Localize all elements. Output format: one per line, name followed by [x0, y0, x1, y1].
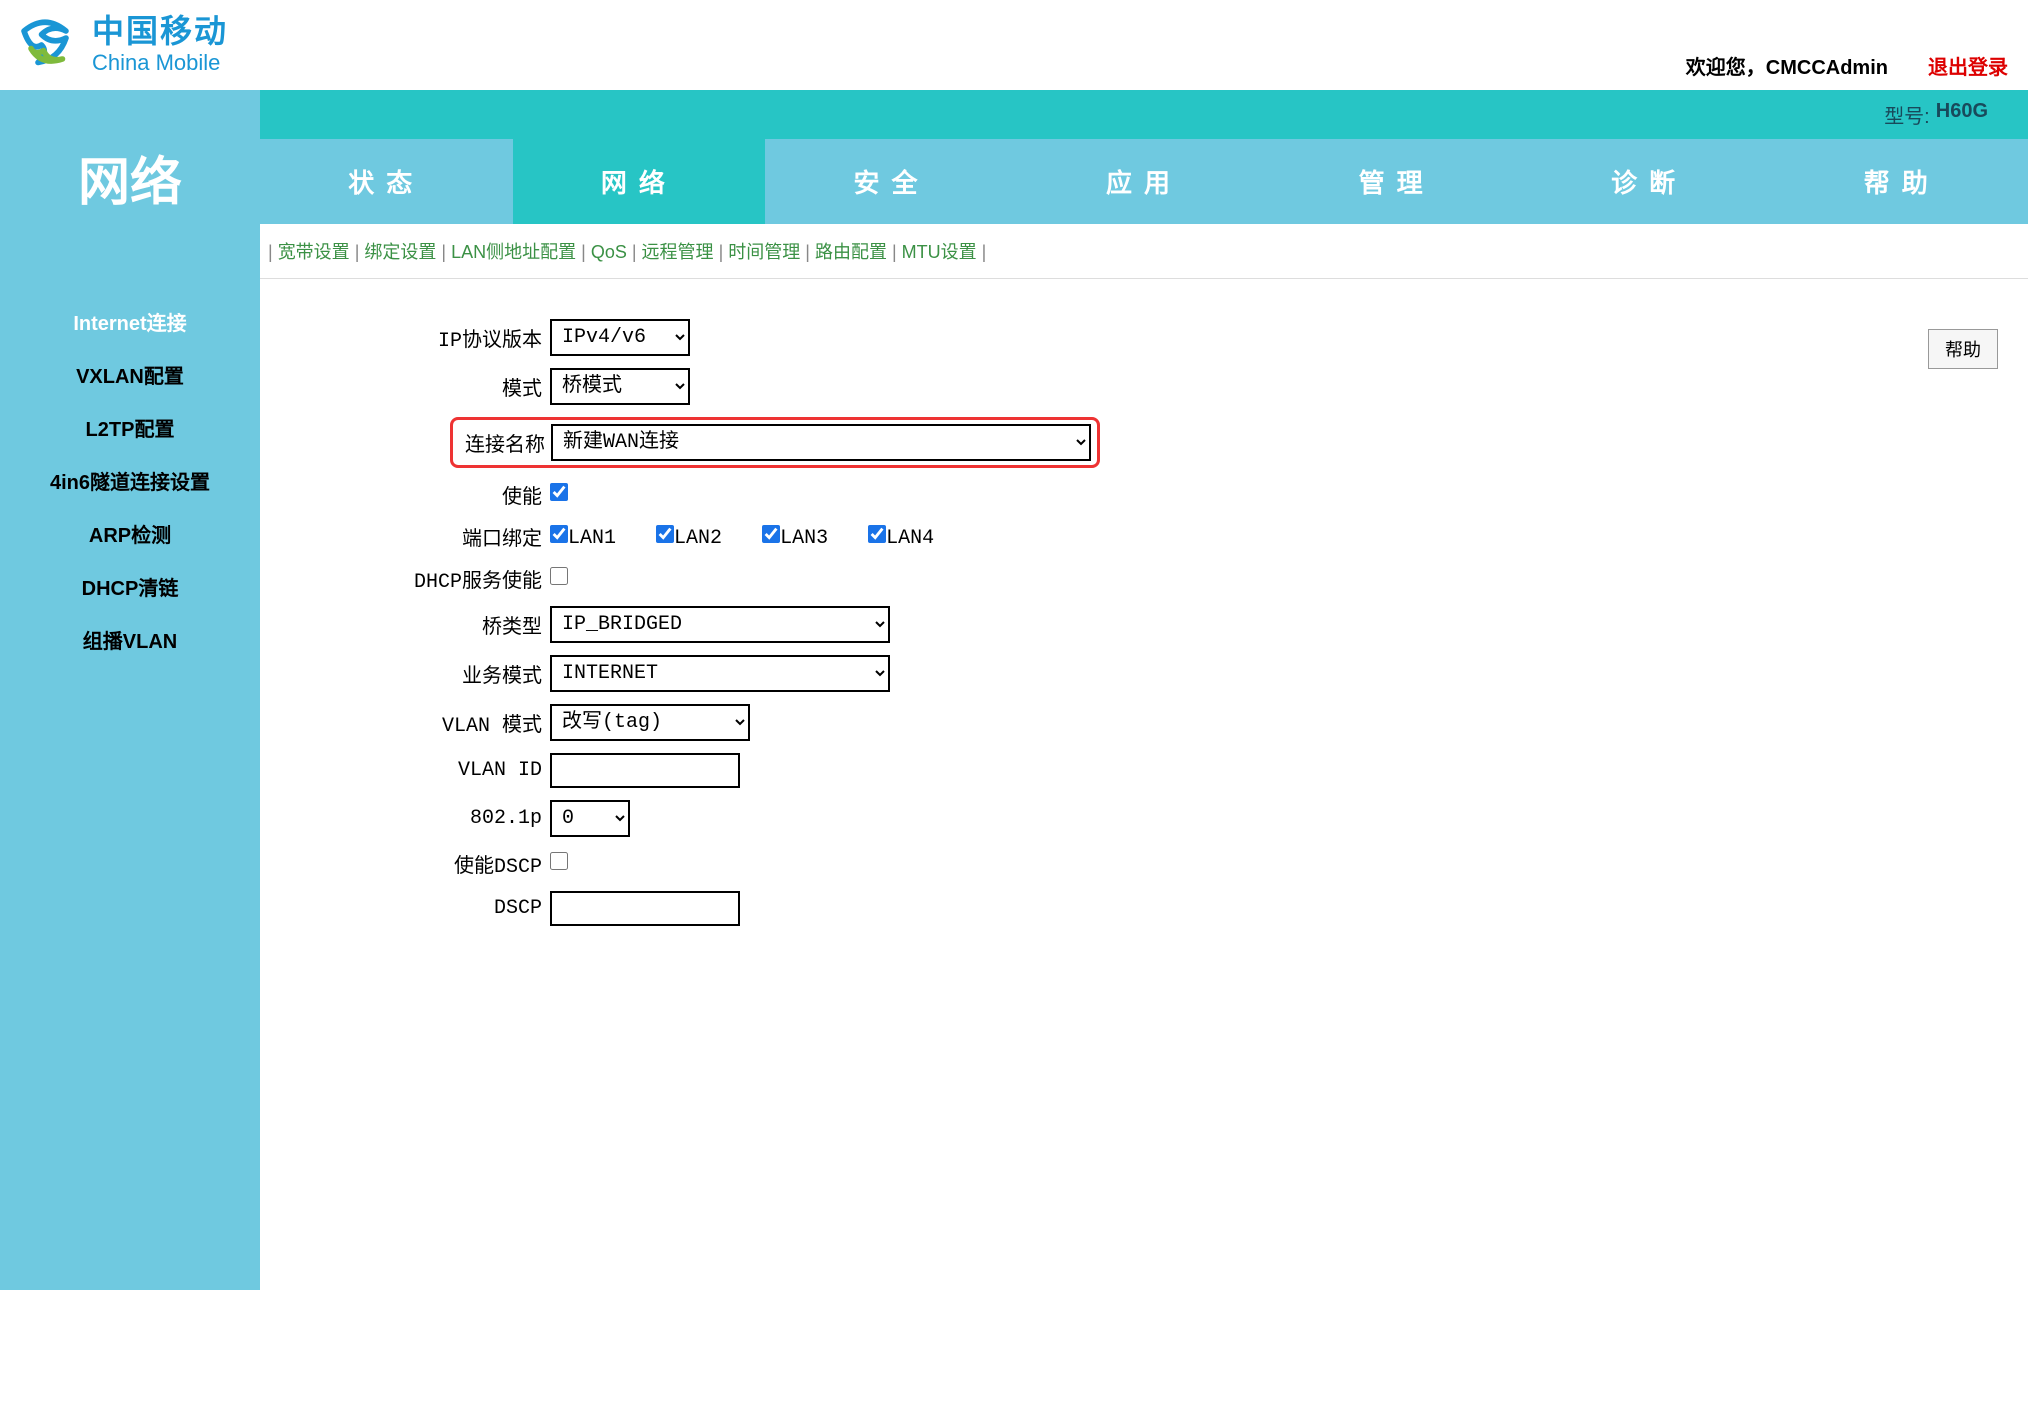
tab-help[interactable]: 帮助	[1775, 139, 2028, 224]
enable-dscp-label: 使能DSCP	[280, 849, 550, 879]
tab-status[interactable]: 状态	[260, 139, 513, 224]
brand-name-cn: 中国移动	[92, 14, 228, 49]
vlan-id-label: VLAN ID	[280, 759, 550, 782]
ip-proto-select[interactable]: IPv4/v6	[550, 319, 690, 356]
port-lan3-label: LAN3	[780, 527, 828, 550]
bridge-type-select[interactable]: IP_BRIDGED	[550, 606, 890, 643]
port-lan3-checkbox[interactable]	[762, 525, 780, 543]
dhcp-service-checkbox[interactable]	[550, 567, 568, 585]
sidebar: 网络 Internet连接 VXLAN配置 L2TP配置 4in6隧道连接设置 …	[0, 90, 260, 1290]
tab-application[interactable]: 应用	[1018, 139, 1271, 224]
subnav-remote[interactable]: 远程管理	[642, 242, 714, 262]
sidebar-item-vxlan[interactable]: VXLAN配置	[0, 348, 260, 401]
subnav-qos[interactable]: QoS	[591, 242, 627, 262]
tab-network[interactable]: 网络	[513, 139, 766, 224]
8021p-label: 802.1p	[280, 807, 550, 830]
sidebar-item-dhcp-clear[interactable]: DHCP清链	[0, 560, 260, 613]
welcome-text: 欢迎您，CMCCAdmin	[1686, 51, 1888, 80]
vlan-mode-select[interactable]: 改写(tag)	[550, 704, 750, 741]
subnav-mtu[interactable]: MTU设置	[902, 242, 977, 262]
top-nav: 状态 网络 安全 应用 管理 诊断 帮助	[260, 139, 2028, 224]
tab-security[interactable]: 安全	[765, 139, 1018, 224]
port-lan2-checkbox[interactable]	[656, 525, 674, 543]
tab-management[interactable]: 管理	[1270, 139, 1523, 224]
port-lan1-checkbox[interactable]	[550, 525, 568, 543]
vlan-mode-label: VLAN 模式	[280, 708, 550, 738]
port-lan2-label: LAN2	[674, 527, 722, 550]
subnav-time[interactable]: 时间管理	[728, 242, 800, 262]
vlan-id-input[interactable]	[550, 753, 740, 788]
port-lan4-label: LAN4	[886, 527, 934, 550]
logout-link[interactable]: 退出登录	[1928, 51, 2008, 80]
conn-name-label: 连接名称	[459, 428, 551, 458]
bridge-type-label: 桥类型	[280, 610, 550, 640]
conn-name-select[interactable]: 新建WAN连接	[551, 424, 1091, 461]
enable-dscp-checkbox[interactable]	[550, 852, 568, 870]
help-button[interactable]: 帮助	[1928, 329, 1998, 369]
subnav-broadband[interactable]: 宽带设置	[278, 242, 350, 262]
tab-diagnosis[interactable]: 诊断	[1523, 139, 1776, 224]
dscp-input	[550, 891, 740, 926]
mode-label: 模式	[280, 372, 550, 402]
header: 中国移动 China Mobile 欢迎您，CMCCAdmin 退出登录	[0, 0, 2028, 90]
enable-label: 使能	[280, 480, 550, 510]
subnav-lan-addr[interactable]: LAN侧地址配置	[451, 242, 576, 262]
logo: 中国移动 China Mobile	[10, 10, 228, 80]
sidebar-item-l2tp[interactable]: L2TP配置	[0, 401, 260, 454]
subnav-binding[interactable]: 绑定设置	[364, 242, 436, 262]
subnav-route[interactable]: 路由配置	[815, 242, 887, 262]
mode-select[interactable]: 桥模式	[550, 368, 690, 405]
8021p-select[interactable]: 0	[550, 800, 630, 837]
brand-name-en: China Mobile	[92, 50, 228, 76]
port-lan4-checkbox[interactable]	[868, 525, 886, 543]
port-lan1-label: LAN1	[568, 527, 616, 550]
svc-mode-label: 业务模式	[280, 659, 550, 689]
svc-mode-select[interactable]: INTERNET	[550, 655, 890, 692]
china-mobile-logo-icon	[10, 10, 80, 80]
enable-checkbox[interactable]	[550, 483, 568, 501]
sidebar-item-internet[interactable]: Internet连接	[0, 295, 260, 348]
dhcp-service-label: DHCP服务使能	[280, 564, 550, 594]
model-value: H60G	[1936, 100, 1988, 129]
sub-nav: | 宽带设置 | 绑定设置 | LAN侧地址配置 | QoS | 远程管理 | …	[260, 224, 2028, 279]
sidebar-title: 网络	[0, 90, 260, 275]
content-area: 帮助 IP协议版本 IPv4/v6 模式 桥模式 连接名称 新建WAN连接 使能	[260, 279, 2028, 978]
model-bar: 型号: H60G	[260, 90, 2028, 139]
port-bind-label: 端口绑定	[280, 522, 550, 552]
sidebar-item-multicast-vlan[interactable]: 组播VLAN	[0, 613, 260, 666]
conn-name-highlight: 连接名称 新建WAN连接	[450, 417, 1100, 468]
ip-proto-label: IP协议版本	[280, 323, 550, 353]
model-label: 型号:	[1884, 100, 1930, 129]
sidebar-item-arp[interactable]: ARP检测	[0, 507, 260, 560]
dscp-label: DSCP	[280, 897, 550, 920]
sidebar-item-4in6[interactable]: 4in6隧道连接设置	[0, 454, 260, 507]
